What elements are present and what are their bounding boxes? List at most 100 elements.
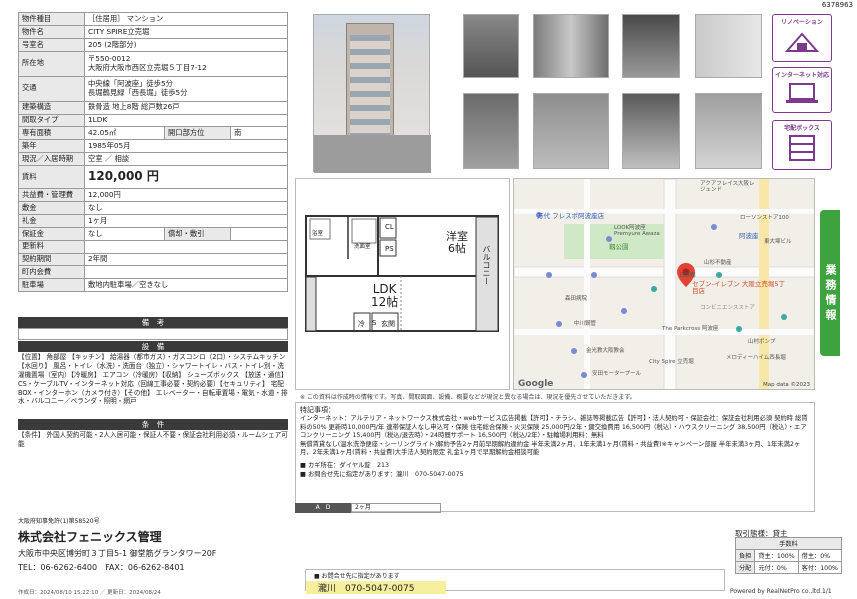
map-place-3: Premyure Awaza: [614, 231, 660, 237]
map-place-10: The Parkcross 阿波座: [662, 326, 719, 332]
property-value: 205 (2階部分): [84, 37, 288, 52]
property-row: 物件名 CITY SPIRE立売堀: [18, 24, 288, 39]
map-place-2: LOOK阿波座: [614, 225, 646, 231]
property-row: 駐車場 敷地内駐車場／空きなし: [18, 278, 288, 293]
contact-bar: ■ お問合せ先に指定があります 瀧川 070-5047-0075: [305, 569, 725, 594]
hallway-photo[interactable]: [533, 14, 609, 78]
pipe-space-label: PS: [385, 245, 394, 253]
property-label: 敷金: [18, 201, 85, 215]
company-name: 株式会社フェニックス管理: [18, 530, 162, 544]
property-label: 所在地: [18, 50, 85, 77]
property-label: 築年: [18, 139, 85, 154]
floorplan: [305, 215, 499, 332]
delivery-box-icon: [789, 135, 815, 161]
laptop-icon: [786, 83, 818, 103]
entrance-photo[interactable]: [463, 14, 519, 78]
company-tel: TEL：06-6262-6400 FAX：06-6262-8401: [18, 563, 185, 572]
google-logo: Google: [518, 379, 554, 389]
features-text: インターネット：アルテリア・ネットワークス株式会社・webサービス広告掲載【許可…: [300, 415, 808, 456]
remarks-box: [18, 328, 288, 340]
map-place-14: メロディーハイム西長堀: [726, 355, 786, 361]
property-row: 保証金 なし 償却・敷引: [18, 226, 288, 241]
map-place-8: 森田病院: [565, 296, 588, 302]
property-label: 開口部方位: [164, 126, 231, 141]
storage-label: S: [372, 319, 377, 327]
map-place-9: 中川鋼管: [574, 321, 597, 327]
property-label: 更新料: [18, 239, 85, 254]
closet-label: CL: [385, 223, 394, 231]
features-title: 特記事項：: [300, 406, 335, 414]
property-value: 鉄骨造 地上8階 総戸数26戸: [84, 100, 288, 115]
property-value: [230, 226, 288, 241]
property-row: 契約期間 2年間: [18, 252, 288, 267]
facilities-header: 設 備: [18, 341, 288, 352]
fee-row-label: 分配: [734, 561, 756, 574]
property-label: 共益費・管理費: [18, 188, 85, 203]
property-label: 賃料: [18, 165, 85, 190]
renovation-badge: リノベーション: [772, 14, 832, 62]
property-value: 42.05㎡: [84, 126, 165, 141]
intercom-photo[interactable]: [622, 14, 680, 78]
fee-cell: 客付：100%: [797, 561, 842, 574]
bath-label: 浴室: [312, 231, 324, 237]
internet-badge: インターネット対応: [772, 67, 832, 113]
property-label: 契約期間: [18, 252, 85, 267]
map-place-12: City Spire 立売堀: [649, 359, 694, 365]
lobby-photo[interactable]: [463, 93, 519, 169]
ldk-label: LDK 12帖: [371, 282, 398, 309]
facilities-text: 【位置】 角部屋 【キッチン】 給湯器（都市ガス）・ガスコンロ（2口）・システム…: [18, 353, 288, 406]
property-row: 共益費・管理費 12,000円: [18, 188, 288, 203]
license-number: 大阪府知事免許(1)第58520号: [18, 518, 100, 525]
map-place-18: 東大塚ビル: [764, 239, 792, 245]
vending-photo[interactable]: [695, 14, 762, 78]
fee-row-label: 負担: [734, 549, 756, 562]
ad-value: 2ヶ月: [351, 503, 441, 513]
property-value: [84, 239, 288, 254]
property-label: 保証金: [18, 226, 85, 241]
property-row: 物件種目 ［住居用］ マンション: [18, 12, 288, 26]
property-value: 中央線「阿波座」徒歩5分 長堀鶴見緑「西長堀」徒歩5分: [84, 75, 288, 102]
property-value: 空室 ／ 相談: [84, 152, 288, 167]
property-value: ［住居用］ マンション: [84, 12, 288, 26]
remarks-header: 備 考: [18, 317, 288, 328]
renovation-badge-label: リノベーション: [781, 19, 823, 26]
business-info-tab[interactable]: 業務情報: [820, 210, 840, 356]
fee-table: 手数料 負担 貸主：100% 借主：0% 分配 元付：0% 客付：100%: [734, 537, 842, 574]
property-value: 120,000 円: [84, 165, 288, 190]
washroom-label: 洗面室: [354, 244, 371, 250]
property-value: 〒550-0012 大阪府大阪市西区立売堀５丁目7-12: [84, 50, 288, 77]
map-place-5: 靱公園: [609, 243, 629, 251]
map-place-6: セブン-イレブン 大阪立売堀5丁目店: [692, 280, 786, 296]
entrance-label: 玄関: [381, 320, 395, 328]
property-row: 礼金 1ヶ月: [18, 213, 288, 228]
bicycle-parking-photo[interactable]: [533, 93, 609, 169]
page-number: 1/1: [822, 588, 832, 595]
print-date: 作成日：2024/08/10 15:22:10 ／ 更新日：2024/08/24: [18, 590, 161, 596]
floorplan-panel: 洋室 6帖 LDK 12帖 CL PS 冷 S 玄関 洗面室 浴室 バルコニー: [295, 178, 510, 390]
contact-note: ■ お問合せ先に指定があります：瀧川 070-5047-0075: [300, 470, 464, 478]
property-label: 専有面積: [18, 126, 85, 141]
map-place-15: 日鉄鋼: [679, 273, 696, 279]
property-row: 賃料 120,000 円: [18, 165, 288, 190]
property-label: 礼金: [18, 213, 85, 228]
property-label: 現況／入居時期: [18, 152, 85, 167]
property-value: なし: [84, 226, 165, 241]
map-panel[interactable]: 万代 フレスポ阿波座店 LOOK阿波座 Premyure Awaza 阿波座 靱…: [513, 178, 815, 390]
contact-bar-title: ■ お問合せ先に指定があります: [314, 573, 400, 580]
property-value: 12,000円: [84, 188, 288, 203]
property-value: 2年間: [84, 252, 288, 267]
map-place-17: 山杉不動産: [704, 260, 732, 266]
delivery-box-badge-label: 宅配ボックス: [784, 125, 820, 132]
map-place-11: 金光教大阪教会: [586, 348, 625, 354]
property-row: 更新料: [18, 239, 288, 254]
conditions-header: 条 件: [18, 419, 288, 430]
company-block: 大阪府知事免許(1)第58520号 株式会社フェニックス管理 大阪市中央区博労町…: [18, 516, 288, 573]
property-row: 間取タイプ 1LDK: [18, 113, 288, 128]
property-value: 1ヶ月: [84, 213, 288, 228]
building-photo[interactable]: [313, 14, 431, 173]
mailbox-photo[interactable]: [695, 93, 762, 169]
property-value: 敷地内駐車場／空きなし: [84, 278, 288, 293]
map-attribution: Map data ©2023: [763, 382, 810, 388]
corridor-photo[interactable]: [622, 93, 680, 169]
contact-bar-value: 瀧川 070-5047-0075: [306, 581, 446, 594]
